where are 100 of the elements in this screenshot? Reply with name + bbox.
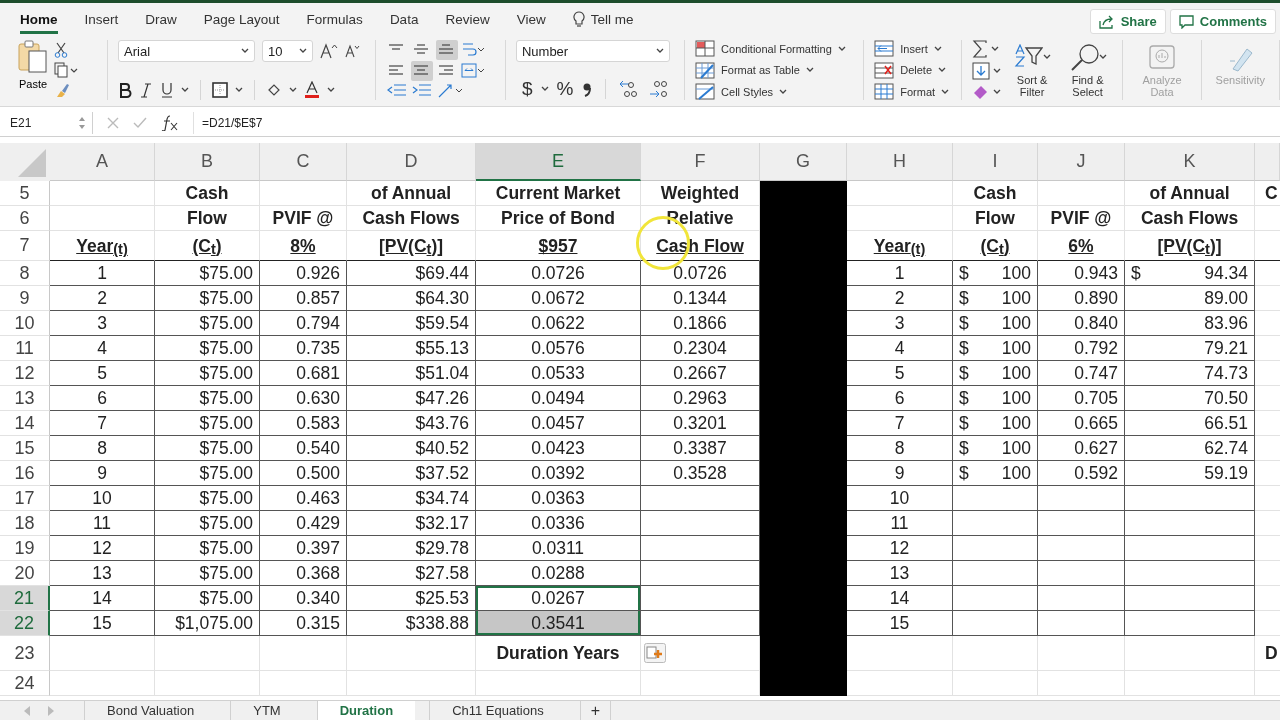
caret-icon[interactable]	[991, 46, 1000, 52]
ribbon-menu-button[interactable]: Format	[874, 83, 952, 100]
orientation-icon[interactable]	[436, 82, 465, 100]
row-header[interactable]: 24	[0, 671, 50, 696]
scissors-icon[interactable]	[54, 42, 68, 58]
ribbon-tab[interactable]: Insert	[84, 5, 119, 34]
table-cell: 14	[50, 586, 155, 611]
table-cell: 0.315	[260, 611, 347, 636]
row-header[interactable]: 7	[0, 231, 50, 261]
comments-button[interactable]: Comments	[1169, 9, 1276, 34]
copy-icon[interactable]	[54, 62, 78, 78]
function-icon[interactable]	[161, 115, 179, 131]
row-header[interactable]: 15	[0, 436, 50, 461]
column-header[interactable]: J	[1038, 143, 1125, 181]
column-header[interactable]: F	[641, 143, 760, 181]
ribbon-button[interactable]: Find & Select	[1062, 40, 1113, 100]
row-header[interactable]: 5	[0, 181, 50, 206]
font-size-dropdown[interactable]: 10	[262, 40, 314, 62]
align-bottom-icon[interactable]	[436, 40, 459, 60]
row-header[interactable]: 12	[0, 361, 50, 386]
add-sheet-button[interactable]: +	[579, 701, 611, 720]
column-header[interactable]: B	[155, 143, 260, 181]
ribbon-menu-button[interactable]: Cell Styles	[695, 83, 854, 100]
caret-icon[interactable]	[327, 87, 336, 93]
caret-icon[interactable]	[235, 87, 244, 93]
underline-icon[interactable]	[160, 82, 175, 98]
table-cell: 70.50	[1125, 386, 1255, 411]
ribbon-tab[interactable]: Formulas	[306, 5, 363, 34]
paste-button[interactable]: Paste	[18, 40, 48, 100]
ribbon-menu-button[interactable]: Delete	[874, 61, 952, 79]
sheet-tab[interactable]: YTM	[230, 701, 303, 720]
ribbon-menu-button[interactable]: Conditional Formatting	[695, 40, 854, 57]
decrease-font-icon[interactable]	[345, 44, 362, 58]
caret-icon[interactable]	[181, 87, 190, 93]
row-header[interactable]: 6	[0, 206, 50, 231]
column-header[interactable]: E	[476, 143, 641, 181]
column-header[interactable]: A	[50, 143, 155, 181]
percent-button[interactable]: %	[556, 78, 574, 100]
sum-icon[interactable]	[972, 40, 989, 58]
formula-field[interactable]: =D21/$E$7	[193, 112, 263, 134]
tell-me-button[interactable]: Tell me	[572, 11, 634, 28]
ribbon-tab[interactable]: Review	[445, 5, 490, 34]
row-header[interactable]: 10	[0, 311, 50, 336]
table-cell: 15	[50, 611, 155, 636]
caret-icon[interactable]	[993, 89, 1002, 95]
merge-cells-icon[interactable]	[461, 62, 486, 80]
table-cell: 10	[847, 486, 953, 511]
paintbrush-icon[interactable]	[54, 82, 70, 98]
ribbon-button[interactable]: Sort & Filter	[1007, 40, 1057, 100]
row-header[interactable]: 9	[0, 286, 50, 311]
caret-icon[interactable]	[299, 48, 308, 54]
ribbon-tab[interactable]: Page Layout	[203, 5, 280, 34]
ribbon-menu-button[interactable]: Insert	[874, 40, 952, 57]
caret-icon[interactable]	[241, 48, 250, 54]
row-header[interactable]: 21	[0, 586, 50, 611]
column-header[interactable]: C	[260, 143, 347, 181]
paste-options-icon[interactable]	[644, 643, 666, 663]
row-header[interactable]: 17	[0, 486, 50, 511]
font-color-icon[interactable]	[304, 81, 321, 99]
caret-icon[interactable]	[540, 86, 549, 92]
caret-icon[interactable]	[289, 87, 298, 93]
increase-font-icon[interactable]	[320, 43, 339, 59]
row-header[interactable]: 18	[0, 511, 50, 536]
ribbon-menu-button[interactable]: Format as Table	[695, 61, 854, 79]
stepper-icon[interactable]	[78, 116, 86, 130]
ribbon-tab[interactable]: View	[516, 5, 546, 34]
row-header[interactable]: 19	[0, 536, 50, 561]
row-header[interactable]: 8	[0, 261, 50, 286]
cell-value: 100	[1001, 312, 1031, 334]
caret-icon[interactable]	[655, 48, 664, 54]
table-cell: 0.429	[260, 511, 347, 536]
row-header[interactable]: 20	[0, 561, 50, 586]
row-header[interactable]: 14	[0, 411, 50, 436]
number-format-dropdown[interactable]: Number	[515, 40, 670, 62]
column-header[interactable]: I	[953, 143, 1038, 181]
font-dropdown[interactable]: Arial	[118, 40, 256, 62]
italic-icon[interactable]	[139, 82, 154, 98]
name-box[interactable]: E21	[0, 112, 93, 134]
align-center-icon[interactable]	[411, 61, 434, 81]
fill-down-icon[interactable]	[972, 62, 991, 80]
caret-icon[interactable]	[993, 68, 1002, 74]
table-cell: $43.76	[347, 411, 476, 436]
borders-icon[interactable]	[212, 82, 229, 98]
ribbon-tab[interactable]: Draw	[145, 5, 177, 34]
wrap-text-icon[interactable]	[461, 41, 486, 59]
ribbon-tab[interactable]: Data	[389, 5, 419, 34]
row-header[interactable]: 11	[0, 336, 50, 361]
column-header[interactable]: K	[1125, 143, 1255, 181]
cell-value: 100	[1001, 437, 1031, 459]
row-header[interactable]: 13	[0, 386, 50, 411]
currency-button[interactable]: $	[521, 78, 533, 100]
share-button[interactable]: Share	[1089, 9, 1166, 34]
bold-icon[interactable]	[118, 82, 133, 98]
row-header[interactable]: 16	[0, 461, 50, 486]
row-header[interactable]: 23	[0, 636, 50, 671]
sheet-tab[interactable]: Bond Valuation	[84, 701, 217, 720]
column-header[interactable]: H	[847, 143, 953, 181]
row-header[interactable]: 22	[0, 611, 50, 636]
sheet-tab[interactable]: Duration	[316, 701, 416, 720]
sheet-tab[interactable]: Ch11 Equations	[429, 701, 566, 720]
